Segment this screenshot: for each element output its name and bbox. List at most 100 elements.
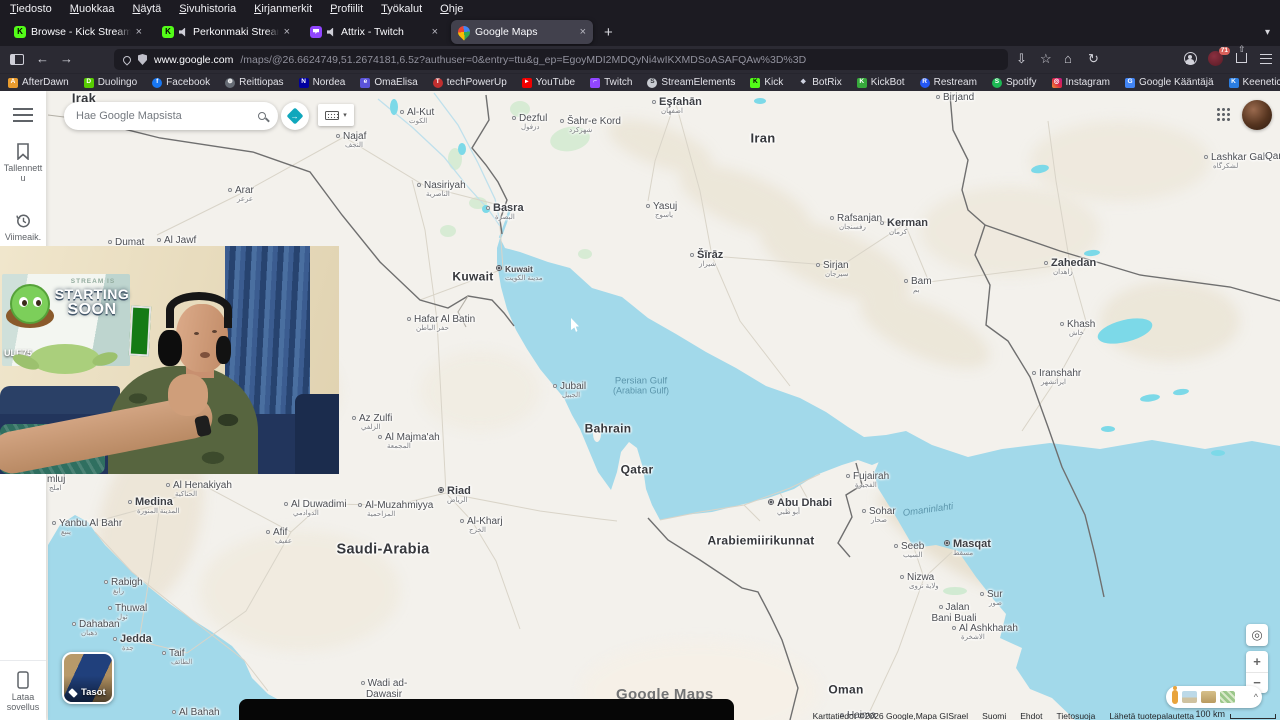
menu-item[interactable]: Sivuhistoria xyxy=(179,3,236,15)
tab-audio-icon[interactable] xyxy=(327,27,334,37)
bookmark-item[interactable]: TtechPowerUp xyxy=(432,77,507,88)
extension-icon[interactable]: 71 xyxy=(1208,47,1230,66)
sidebar-item-label: Lataa sovellus xyxy=(6,692,40,712)
menu-item[interactable]: Työkalut xyxy=(381,3,422,15)
sidebar-toggle-icon[interactable] xyxy=(10,54,24,65)
tab[interactable]: K Perkonmaki Stream - Watch × xyxy=(155,20,297,44)
bookmark-favicon: ◆ xyxy=(800,78,806,86)
attribution-link[interactable]: Lähetä tuotepalautetta xyxy=(1109,711,1194,720)
bookmark-label: KickBot xyxy=(870,77,905,88)
search-input[interactable] xyxy=(76,110,258,122)
bookmark-favicon: A xyxy=(8,77,18,88)
menu-item[interactable]: Ohje xyxy=(440,3,463,15)
maps-menu-icon[interactable] xyxy=(13,108,33,110)
bookmark-label: Kick xyxy=(764,77,784,88)
sidebar-item-recents[interactable]: Viimeaik. xyxy=(0,213,46,242)
bookmark-label: Twitch xyxy=(604,77,633,88)
collapse-icon[interactable]: ^ xyxy=(1254,692,1258,702)
bookmark-label: YouTube xyxy=(535,77,576,88)
bookmark-item[interactable]: ◆ BotRix xyxy=(798,77,842,88)
pegman-icon[interactable] xyxy=(1172,686,1178,704)
bookmark-favicon: T xyxy=(432,77,443,88)
gmaps-favicon xyxy=(455,23,473,41)
sidebar-item-download-app[interactable]: Lataa sovellus xyxy=(0,660,46,712)
bookmark-item[interactable]: K KickBot xyxy=(856,77,905,88)
input-tools-button[interactable]: ▾ xyxy=(318,104,354,126)
streetview-thumbnail[interactable] xyxy=(1201,691,1216,703)
tab-title: Attrix - Twitch xyxy=(341,26,404,38)
bookmark-favicon: G xyxy=(1125,77,1135,88)
location-pin-icon xyxy=(121,53,133,66)
bookmark-item[interactable]: f Facebook xyxy=(152,77,210,88)
app-menu-icon[interactable] xyxy=(1260,54,1272,64)
bookmark-item[interactable]: ⊕ Reittiopas xyxy=(225,77,284,88)
directions-button[interactable]: → xyxy=(281,102,309,130)
tab-close-button[interactable]: × xyxy=(432,26,438,38)
bookmark-item[interactable]: R Restream xyxy=(919,77,977,88)
bookmark-item[interactable]: e OmaElisa xyxy=(360,77,418,88)
menu-item[interactable]: Näytä xyxy=(132,3,161,15)
turtle-plush xyxy=(30,344,100,374)
list-all-tabs-icon[interactable]: ▾ xyxy=(1265,27,1270,38)
account-icon[interactable] xyxy=(1184,52,1197,65)
headphones-icon xyxy=(216,336,231,364)
menu-item[interactable]: Muokkaa xyxy=(70,3,115,15)
menu-item[interactable]: Kirjanmerkit xyxy=(254,3,312,15)
menu-item[interactable]: Profiilit xyxy=(330,3,363,15)
tab-close-button[interactable]: × xyxy=(284,26,290,38)
google-apps-grid-icon[interactable] xyxy=(1216,107,1230,121)
sidebar-item-label: Viimeaik. xyxy=(4,232,42,242)
bookmark-label: techPowerUp xyxy=(446,77,507,88)
bookmark-item[interactable]: K Kick xyxy=(750,77,783,88)
attribution-link[interactable]: Ehdot xyxy=(1020,711,1042,720)
reload-icon[interactable]: ↻ xyxy=(1088,51,1099,67)
bookmark-label: Spotify xyxy=(1005,77,1037,88)
bookmark-item[interactable]: ⌐ Twitch xyxy=(590,77,632,88)
tab[interactable]: Attrix - Twitch × xyxy=(303,20,445,44)
attribution-link[interactable]: Tietosuoja xyxy=(1056,711,1095,720)
bookmark-item[interactable]: S StreamElements xyxy=(647,77,735,88)
account-avatar[interactable] xyxy=(1242,100,1272,130)
tab-close-button[interactable]: × xyxy=(580,26,586,38)
url-bar[interactable]: www.google.com/maps/@26.6624749,51.26741… xyxy=(114,49,1008,70)
poster-subtitle: STREAM IS xyxy=(70,278,116,285)
maps-search-box[interactable] xyxy=(64,102,278,130)
street-view-bar: ^ xyxy=(1166,686,1262,708)
streetview-thumbnail[interactable] xyxy=(1182,691,1197,703)
search-icon[interactable] xyxy=(258,112,266,120)
bookmark-item[interactable]: D Duolingo xyxy=(83,77,137,88)
bookmark-star-icon[interactable]: ☆ xyxy=(1040,51,1052,67)
bookmark-item[interactable]: S Spotify xyxy=(991,77,1037,88)
shield-icon[interactable] xyxy=(138,54,147,65)
home-icon[interactable]: ⌂ xyxy=(1064,51,1072,66)
tab-close-button[interactable]: × xyxy=(136,26,142,38)
sidebar-item-saved[interactable]: Tallennettu xyxy=(0,143,46,183)
bookmark-item[interactable]: N Nordea xyxy=(298,77,345,88)
forward-icon[interactable]: → xyxy=(60,51,73,66)
streetview-thumbnail[interactable] xyxy=(1220,691,1235,703)
bookmark-item[interactable]: KKeenetic Skipper DSL xyxy=(1228,77,1280,88)
directions-icon: → xyxy=(286,107,304,125)
bookmark-item[interactable]: ◎ Instagram xyxy=(1051,77,1110,88)
new-tab-button[interactable]: + xyxy=(604,24,613,41)
zoom-in-button[interactable]: + xyxy=(1246,651,1268,673)
bookmark-label: Keenetic Skipper DSL xyxy=(1242,77,1280,88)
layers-button[interactable]: Tasot xyxy=(62,652,114,704)
tab[interactable]: Google Maps × xyxy=(451,20,593,44)
bookmark-item[interactable]: ▸ YouTube xyxy=(521,77,576,88)
bookmark-label: StreamElements xyxy=(661,77,736,88)
menu-item[interactable]: Tiedosto xyxy=(10,3,52,15)
chevron-down-icon[interactable]: ▾ xyxy=(343,111,347,119)
tab[interactable]: K Browse - Kick Streaming × xyxy=(7,20,149,44)
extension-badge: 71 xyxy=(1218,47,1230,55)
tab-audio-icon[interactable] xyxy=(179,27,186,37)
attribution-link[interactable]: Suomi xyxy=(982,711,1006,720)
share-icon[interactable] xyxy=(1236,44,1247,63)
back-icon[interactable]: ← xyxy=(36,51,49,66)
save-page-icon[interactable]: ⇩ xyxy=(1016,51,1027,67)
bookmark-item[interactable]: G Google Kääntäjä xyxy=(1125,77,1214,88)
couch xyxy=(295,394,339,474)
bookmark-item[interactable]: A AfterDawn xyxy=(8,77,69,88)
my-location-button[interactable]: ◎ xyxy=(1246,624,1268,646)
history-icon xyxy=(16,214,30,228)
